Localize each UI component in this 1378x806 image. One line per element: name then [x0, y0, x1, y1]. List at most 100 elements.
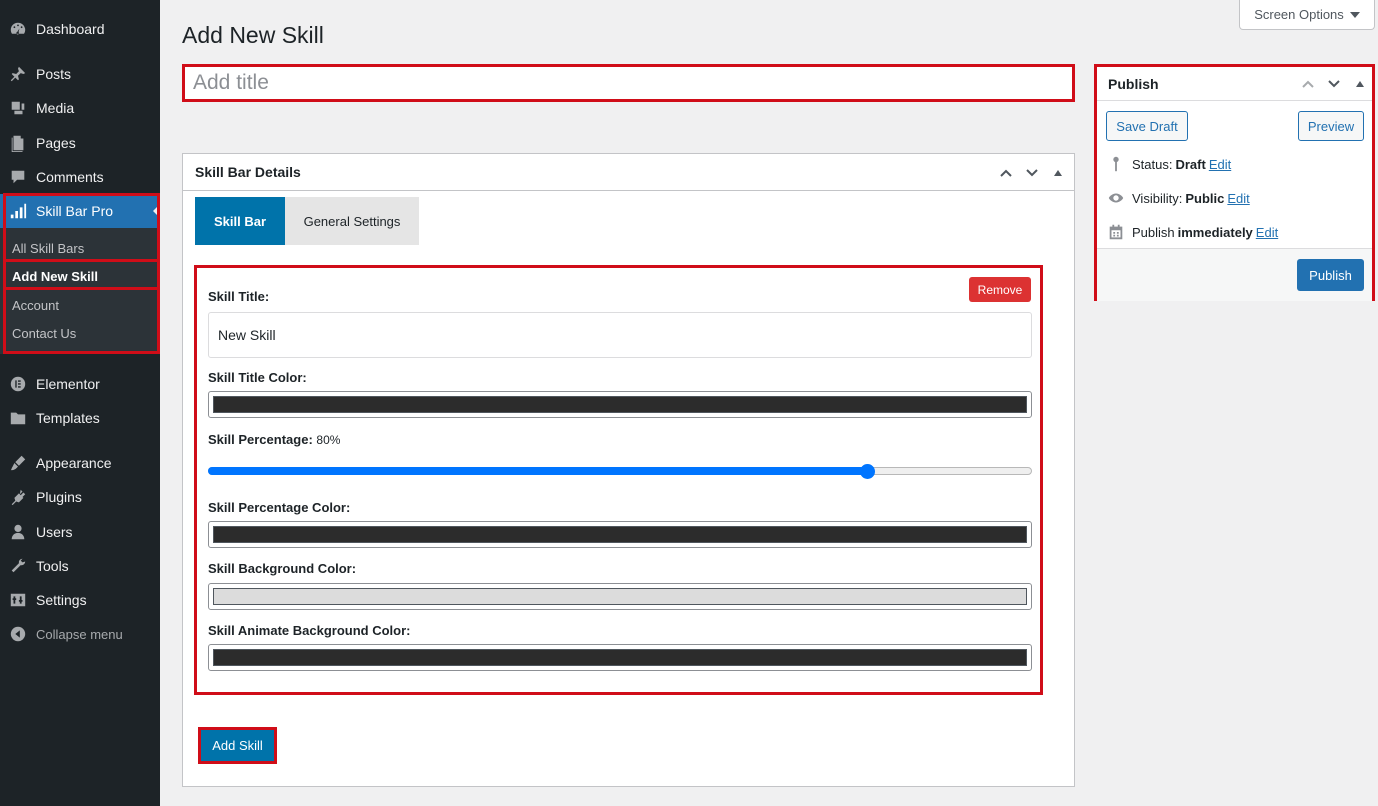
sidebar-item-label: Media — [36, 100, 75, 116]
color-swatch — [213, 526, 1027, 543]
submenu-contact-us[interactable]: Contact Us — [12, 326, 76, 341]
skill-bar-details-header: Skill Bar Details — [183, 154, 1074, 191]
triangle-up-icon — [1356, 81, 1364, 87]
move-down-button[interactable] — [1324, 74, 1344, 94]
remove-skill-button[interactable]: Remove — [969, 277, 1031, 302]
admin-sidebar: Dashboard Posts Media Pages Comments Ski… — [0, 0, 160, 806]
sidebar-item-elementor[interactable]: Elementor — [0, 367, 160, 401]
slider-thumb[interactable] — [860, 464, 876, 479]
color-swatch — [213, 396, 1027, 413]
submenu-add-new-skill[interactable]: Add New Skill — [12, 269, 98, 284]
sidebar-item-tools[interactable]: Tools — [0, 549, 160, 583]
sidebar-item-skill-bar-pro[interactable]: Skill Bar Pro — [0, 194, 160, 228]
box-controls — [996, 154, 1068, 191]
plugin-icon — [0, 488, 36, 506]
sidebar-item-label: Appearance — [36, 455, 112, 471]
sidebar-item-appearance[interactable]: Appearance — [0, 446, 160, 480]
page-title: Add New Skill — [182, 22, 324, 48]
visibility-row: Visibility: Public Edit — [1107, 189, 1250, 207]
tab-skill-bar[interactable]: Skill Bar — [195, 197, 285, 245]
sidebar-item-users[interactable]: Users — [0, 515, 160, 549]
toggle-panel-button[interactable] — [1350, 74, 1370, 94]
move-up-button[interactable] — [996, 163, 1016, 183]
slider-fill — [208, 467, 868, 475]
preview-button[interactable]: Preview — [1298, 111, 1364, 141]
percentage-value-text: 80% — [316, 433, 341, 447]
folder-icon — [0, 409, 36, 427]
bar-chart-icon — [0, 202, 36, 220]
caret-down-icon — [1349, 11, 1360, 18]
visibility-value: Public — [1185, 190, 1225, 206]
pin-icon — [0, 65, 36, 83]
post-title-input[interactable] — [182, 64, 1075, 102]
skill-title-color-label: Skill Title Color: — [208, 370, 307, 385]
box-title: Skill Bar Details — [195, 164, 301, 180]
sidebar-item-label: Templates — [36, 410, 100, 426]
screen-options-button[interactable]: Screen Options — [1239, 0, 1375, 30]
collapse-icon — [0, 625, 36, 643]
sidebar-item-templates[interactable]: Templates — [0, 401, 160, 435]
move-up-button[interactable] — [1298, 74, 1318, 94]
settings-icon — [0, 591, 36, 609]
sidebar-item-label: Users — [36, 524, 73, 540]
pin-icon — [1113, 156, 1119, 172]
schedule-label: Publish — [1132, 224, 1175, 240]
sidebar-item-label: Plugins — [36, 489, 82, 505]
skill-background-color-picker[interactable] — [208, 583, 1032, 610]
skill-title-color-picker[interactable] — [208, 391, 1032, 418]
sidebar-item-label: Dashboard — [36, 21, 105, 37]
sidebar-item-posts[interactable]: Posts — [0, 57, 160, 91]
publish-button[interactable]: Publish — [1297, 259, 1364, 291]
save-draft-button[interactable]: Save Draft — [1106, 111, 1188, 141]
skill-percentage-color-label: Skill Percentage Color: — [208, 500, 351, 515]
color-swatch — [213, 588, 1027, 605]
submenu-account[interactable]: Account — [12, 298, 59, 313]
media-icon — [0, 99, 36, 117]
edit-visibility-link[interactable]: Edit — [1227, 191, 1249, 206]
skill-animate-color-label: Skill Animate Background Color: — [208, 623, 411, 638]
eye-icon — [1108, 193, 1124, 203]
schedule-row: Publish immediately Edit — [1107, 223, 1278, 241]
skill-background-color-label: Skill Background Color: — [208, 561, 357, 576]
edit-schedule-link[interactable]: Edit — [1256, 225, 1278, 240]
sidebar-item-label: Settings — [36, 592, 87, 608]
percentage-label-text: Skill Percentage: — [208, 432, 313, 447]
status-label: Status: — [1132, 156, 1173, 172]
submenu-all-skill-bars[interactable]: All Skill Bars — [12, 241, 84, 256]
publish-header: Publish — [1097, 67, 1372, 101]
sidebar-item-label: Pages — [36, 135, 76, 151]
skill-percentage-slider[interactable] — [208, 464, 1032, 479]
sidebar-item-label: Posts — [36, 66, 72, 82]
screen-options-label: Screen Options — [1254, 7, 1344, 22]
add-skill-button[interactable]: Add Skill — [198, 727, 277, 764]
skill-title-input[interactable]: New Skill — [208, 312, 1032, 358]
chevron-up-icon — [1000, 169, 1012, 177]
skill-bar-details-box: Skill Bar Details Skill Bar General Sett… — [182, 153, 1075, 787]
sidebar-item-pages[interactable]: Pages — [0, 126, 160, 160]
triangle-up-icon — [1054, 169, 1062, 176]
chevron-up-icon — [1302, 80, 1314, 88]
skill-percentage-label: Skill Percentage: 80% — [208, 432, 340, 447]
sidebar-item-dashboard[interactable]: Dashboard — [0, 12, 160, 46]
collapse-menu-button[interactable]: Collapse menu — [0, 617, 160, 651]
color-swatch — [213, 649, 1027, 666]
sidebar-item-plugins[interactable]: Plugins — [0, 480, 160, 514]
wrench-icon — [0, 557, 36, 575]
chevron-down-icon — [1026, 168, 1038, 176]
toggle-panel-button[interactable] — [1048, 163, 1068, 183]
schedule-value: immediately — [1177, 224, 1253, 240]
edit-status-link[interactable]: Edit — [1209, 157, 1231, 172]
dashboard-icon — [0, 20, 36, 38]
sidebar-item-media[interactable]: Media — [0, 91, 160, 125]
skill-animate-color-picker[interactable] — [208, 644, 1032, 671]
sidebar-item-comments[interactable]: Comments — [0, 160, 160, 194]
skill-percentage-color-picker[interactable] — [208, 521, 1032, 548]
comment-icon — [0, 168, 36, 186]
brush-icon — [0, 454, 36, 472]
sidebar-item-settings[interactable]: Settings — [0, 583, 160, 617]
skill-bar-submenu: All Skill Bars Add New Skill Account Con… — [0, 228, 160, 354]
status-row: Status: Draft Edit — [1107, 155, 1231, 173]
move-down-button[interactable] — [1022, 163, 1042, 183]
tab-general-settings[interactable]: General Settings — [285, 197, 419, 245]
sidebar-item-label: Collapse menu — [36, 626, 123, 642]
